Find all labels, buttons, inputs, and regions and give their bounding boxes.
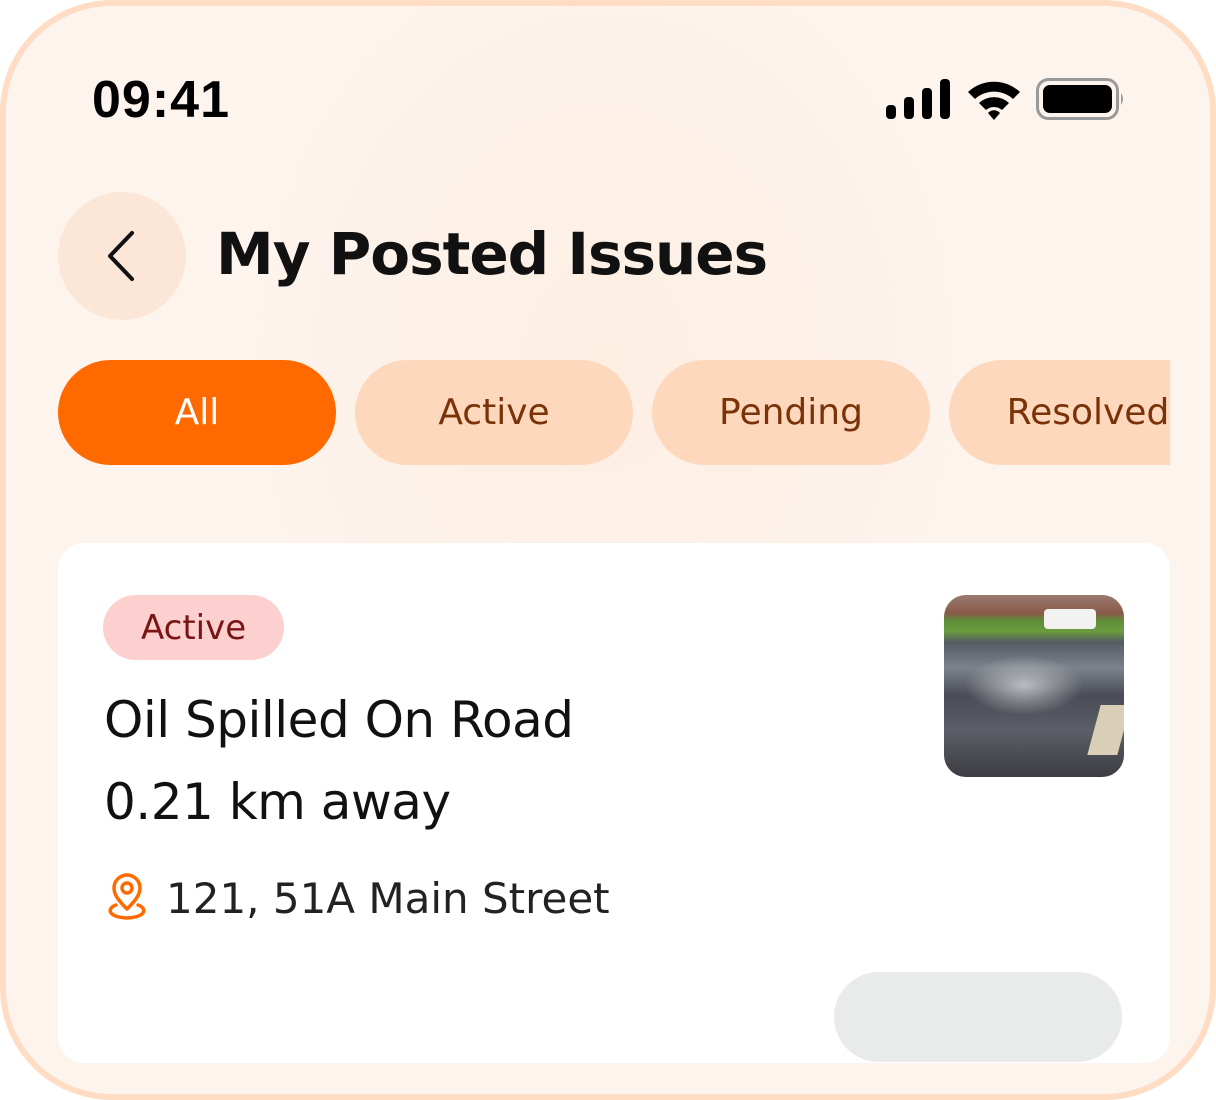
tab-pending[interactable]: Pending [652,360,930,465]
page-title: My Posted Issues [216,220,768,288]
back-button[interactable] [58,192,186,320]
status-badge: Active [103,595,285,660]
status-time: 09:41 [92,71,230,129]
issue-distance: 0.21 km away [104,773,451,831]
location-pin-icon [108,873,146,920]
issue-address: 121, 51A Main Street [102,873,610,923]
address-text: 121, 51A Main Street [166,873,610,923]
tab-resolved[interactable]: Resolved [949,360,1170,465]
chevron-left-icon [108,231,134,281]
status-icons [886,78,1126,120]
issue-photo[interactable] [944,595,1124,777]
tab-active[interactable]: Active [355,360,633,465]
filter-tabs: All Active Pending Resolved [58,360,1170,465]
tab-all[interactable]: All [58,360,336,465]
wifi-icon [968,81,1020,120]
issue-card[interactable]: Active Oil Spilled On Road 0.21 km away … [58,543,1170,1063]
battery-icon [1036,78,1123,120]
signal-icon [886,79,950,119]
phone-frame: 09:41 My Posted Issues All Active Pendin… [0,0,1216,1100]
issue-title: Oil Spilled On Road [104,691,574,749]
